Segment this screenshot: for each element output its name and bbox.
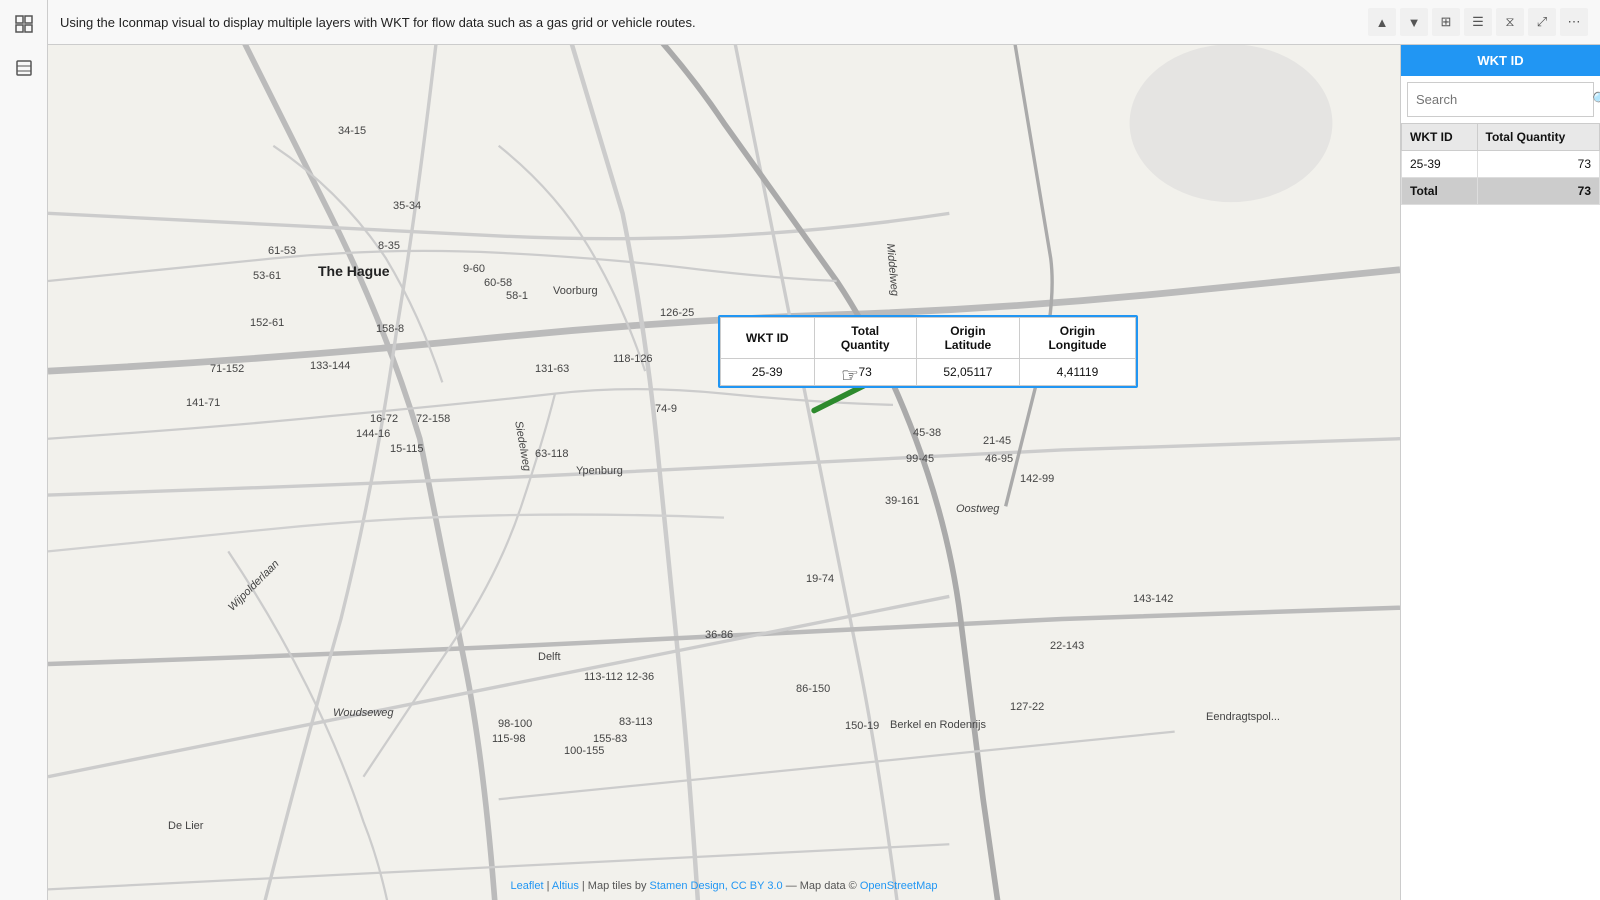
up-button[interactable]: ▲ <box>1368 8 1396 36</box>
toolbar-icons: ▲ ▼ ⊞ ☰ ⧖ ⤢ ⋯ <box>1368 8 1588 36</box>
filter-button[interactable]: ⧖ <box>1496 8 1524 36</box>
leaflet-link[interactable]: Leaflet <box>511 880 544 892</box>
map-container[interactable]: The Hague 34-15 35-34 8-35 61-53 53-61 9… <box>48 45 1400 900</box>
more-options-button[interactable]: ⋯ <box>1560 8 1588 36</box>
right-panel: WKT ID 🔍 ⇅ WKT ID Total Quantity 25-39 7… <box>1400 45 1600 900</box>
right-panel-table: WKT ID Total Quantity 25-39 73 Total 73 <box>1401 123 1600 205</box>
map-svg <box>48 45 1400 900</box>
content-area: The Hague 34-15 35-34 8-35 61-53 53-61 9… <box>48 45 1600 900</box>
table-row-total: Total 73 <box>1402 178 1600 205</box>
search-input[interactable] <box>1416 92 1592 107</box>
tooltip-row-1: 25-39 73 52,05117 4,41119 <box>721 359 1136 386</box>
col-header-wkt-id: WKT ID <box>1402 124 1478 151</box>
map-attribution: Leaflet | Altius | Map tiles by Stamen D… <box>511 880 938 892</box>
tooltip-col-origin-lat: OriginLatitude <box>916 318 1019 359</box>
right-panel-title: WKT ID <box>1401 45 1600 76</box>
cell-wkt-id-25-39: 25-39 <box>1402 151 1478 178</box>
altius-link[interactable]: Altius <box>552 880 579 892</box>
tooltip-table: WKT ID TotalQuantity OriginLatitude Orig… <box>720 317 1136 386</box>
down-button[interactable]: ▼ <box>1400 8 1428 36</box>
list-view-button[interactable]: ☰ <box>1464 8 1492 36</box>
layers-icon[interactable] <box>8 52 40 84</box>
tooltip-origin-lon-value: 4,41119 <box>1019 359 1135 386</box>
search-icon: 🔍 <box>1592 91 1600 108</box>
stamen-link[interactable]: Stamen Design, CC BY 3.0 <box>650 880 783 892</box>
search-box[interactable]: 🔍 ⇅ <box>1407 82 1594 117</box>
grid-view-button[interactable]: ⊞ <box>1432 8 1460 36</box>
table-row-25-39: 25-39 73 <box>1402 151 1600 178</box>
cell-total-label: Total <box>1402 178 1478 205</box>
map-tooltip: WKT ID TotalQuantity OriginLatitude Orig… <box>718 315 1138 388</box>
tooltip-col-wkt-id: WKT ID <box>721 318 815 359</box>
description-text: Using the Iconmap visual to display mult… <box>60 15 1360 30</box>
tooltip-col-total-qty: TotalQuantity <box>814 318 916 359</box>
tooltip-col-origin-lon: OriginLongitude <box>1019 318 1135 359</box>
osm-link[interactable]: OpenStreetMap <box>860 880 938 892</box>
top-bar: Using the Iconmap visual to display mult… <box>48 0 1600 45</box>
cell-total-qty-25-39: 73 <box>1477 151 1600 178</box>
col-header-total-qty: Total Quantity <box>1477 124 1600 151</box>
left-sidebar <box>0 0 48 900</box>
fullscreen-button[interactable]: ⤢ <box>1528 8 1556 36</box>
grid-icon[interactable] <box>8 8 40 40</box>
tooltip-total-qty-value: 73 <box>814 359 916 386</box>
cell-total-value: 73 <box>1477 178 1600 205</box>
main-area: Using the Iconmap visual to display mult… <box>48 0 1600 900</box>
tooltip-origin-lat-value: 52,05117 <box>916 359 1019 386</box>
tooltip-wkt-id-value: 25-39 <box>721 359 815 386</box>
